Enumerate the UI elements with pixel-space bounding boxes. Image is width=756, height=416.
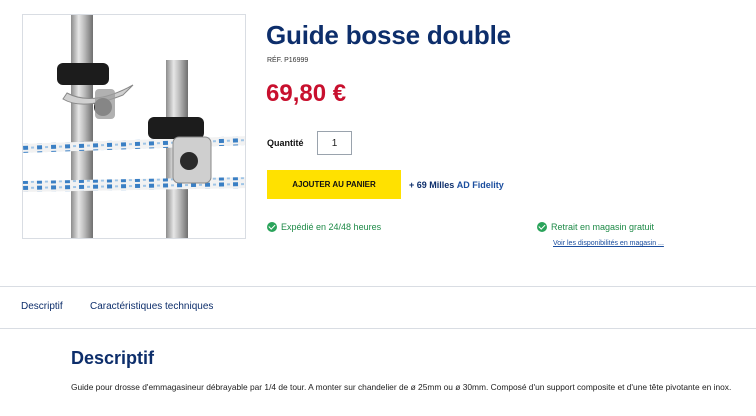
product-reference: RÉF. P16999 [267, 57, 309, 64]
fidelity-points: + 69 Milles AD Fidelity [409, 180, 504, 190]
fidelity-program-link[interactable]: AD Fidelity [457, 180, 504, 190]
store-availability-link[interactable]: Voir les disponibilités en magasin ... [553, 240, 664, 247]
check-circle-icon [537, 221, 547, 232]
check-circle-icon [267, 221, 277, 232]
product-photo [23, 15, 245, 238]
description-text: Guide pour drosse d'emmagasineur débraya… [71, 382, 732, 392]
add-to-cart-button[interactable]: AJOUTER AU PANIER [267, 170, 401, 199]
shipping-text: Expédié en 24/48 heures [281, 221, 382, 232]
product-tabs: Descriptif Caractéristiques techniques [0, 287, 756, 328]
description-title: Descriptif [71, 348, 155, 368]
quantity-label: Quantité [267, 138, 304, 148]
product-price: 69,80 € [266, 80, 347, 107]
shipping-info: Expédié en 24/48 heures [267, 221, 381, 232]
product-title: Guide bosse double [266, 20, 511, 50]
divider [0, 328, 756, 329]
product-image[interactable] [22, 14, 246, 239]
tab-descriptif[interactable]: Descriptif [21, 301, 63, 312]
quantity-input[interactable] [317, 131, 352, 155]
store-pickup-text: Retrait en magasin gratuit [551, 221, 655, 232]
fidelity-miles: + 69 Milles [409, 180, 455, 190]
store-pickup-info: Retrait en magasin gratuit [537, 221, 654, 232]
product-page: Guide bosse double RÉF. P16999 69,80 € Q… [0, 0, 756, 416]
tab-caracteristiques-techniques[interactable]: Caractéristiques techniques [90, 301, 213, 312]
